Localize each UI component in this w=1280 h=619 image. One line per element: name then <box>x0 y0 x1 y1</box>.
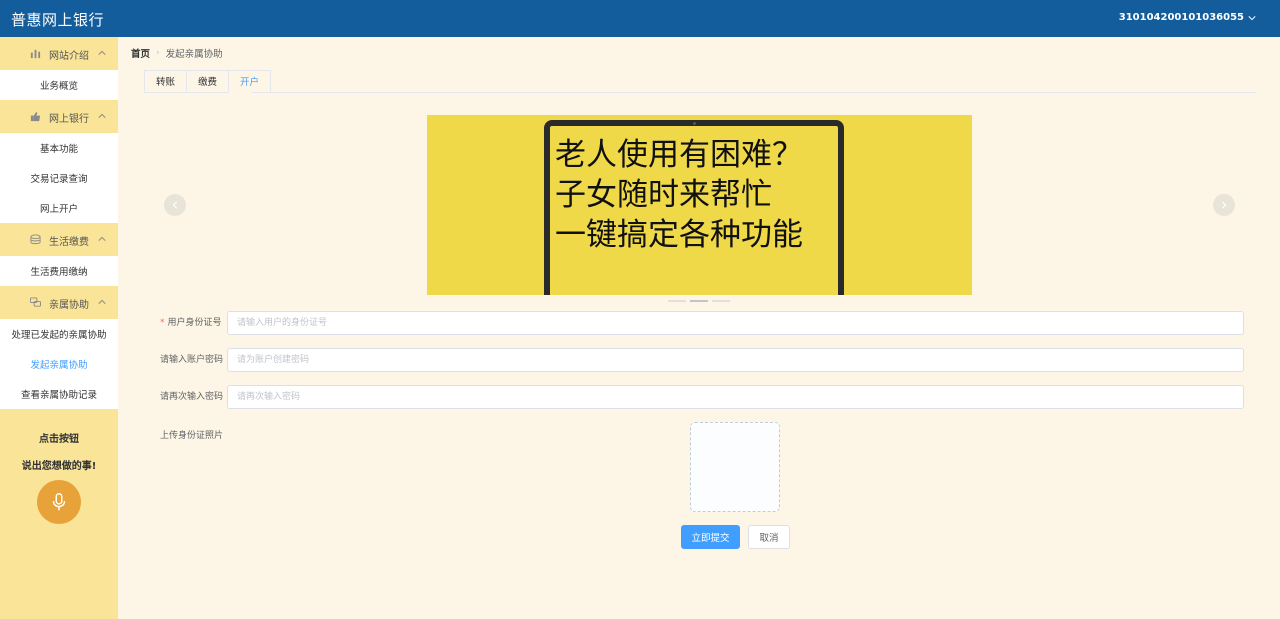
id-label: * 用户身份证号 <box>160 311 222 335</box>
chevron-down-icon <box>1248 15 1256 20</box>
sidebar-item-transaction-query[interactable]: 交易记录查询 <box>0 163 118 193</box>
coins-icon <box>30 234 41 245</box>
tab-transfer[interactable]: 转账 <box>144 70 187 93</box>
carousel-banner: 老人使用有困难？ 子女随时来帮忙 一键搞定各种功能 <box>427 115 972 295</box>
sidebar-item-start-assist[interactable]: 发起亲属协助 <box>0 349 118 379</box>
breadcrumb-home[interactable]: 首页 <box>131 46 150 60</box>
sidebar-item-living-expenses[interactable]: 生活费用缴纳 <box>0 256 118 286</box>
confirm-password-input[interactable] <box>227 385 1244 409</box>
top-header: 普惠网上银行 310104200101036055 <box>0 0 1280 37</box>
tab-bar: 转账 缴费 开户 <box>144 70 272 93</box>
id-photo-upload[interactable] <box>690 422 780 512</box>
required-mark: * <box>160 318 165 328</box>
breadcrumb-separator-icon: › <box>156 48 160 58</box>
tab-divider <box>252 92 1256 93</box>
cancel-button[interactable]: 取消 <box>748 525 790 549</box>
menu-group-online-banking[interactable]: 网上银行 <box>0 100 118 133</box>
voice-button[interactable] <box>37 480 81 524</box>
account-number: 310104200101036055 <box>1118 12 1244 23</box>
carousel-indicators <box>668 300 730 302</box>
tab-open-account[interactable]: 开户 <box>228 70 272 93</box>
thumbs-up-icon <box>30 111 41 122</box>
chevron-up-icon <box>98 299 106 304</box>
chevron-up-icon <box>98 113 106 118</box>
menu-group-label: 生活缴费 <box>49 237 89 248</box>
carousel-indicator[interactable] <box>712 300 730 302</box>
menu-group-family-assist[interactable]: 亲属协助 <box>0 286 118 319</box>
voice-hint-line1: 点击按钮 <box>39 434 79 445</box>
sidebar-item-overview[interactable]: 业务概览 <box>0 70 118 100</box>
menu-group-label: 网上银行 <box>49 114 89 125</box>
id-number-input[interactable] <box>227 311 1244 335</box>
account-dropdown[interactable]: 310104200101036055 <box>1119 12 1256 23</box>
menu-group-label: 亲属协助 <box>49 300 89 311</box>
menu-group-intro[interactable]: 网站介绍 <box>0 37 118 70</box>
form-row-confirm: 请再次输入密码 <box>160 385 1244 409</box>
password-label: 请输入账户密码 <box>160 355 224 365</box>
breadcrumb: 首页 › 发起亲属协助 <box>131 46 223 60</box>
sidebar-item-handle-assist[interactable]: 处理已发起的亲属协助 <box>0 319 118 349</box>
camera-dot <box>693 122 696 125</box>
form-row-id: * 用户身份证号 <box>160 311 1244 335</box>
voice-assistant-panel: 点击按钮 说出您想做的事! <box>0 417 118 524</box>
menu-group-label: 网站介绍 <box>49 51 89 62</box>
menu-group-life-payment[interactable]: 生活缴费 <box>0 223 118 256</box>
chart-icon <box>30 49 41 59</box>
confirm-password-label: 请再次输入密码 <box>160 392 224 402</box>
banner-text: 老人使用有困难？ 子女随时来帮忙 一键搞定各种功能 <box>555 135 803 255</box>
carousel-indicator-active[interactable] <box>690 300 708 302</box>
chevron-up-icon <box>98 236 106 241</box>
banner-line-1: 老人使用有困难？ <box>555 137 803 173</box>
id-label-text: 用户身份证号 <box>167 318 222 328</box>
carousel-next-button[interactable] <box>1213 194 1235 216</box>
chevron-right-icon <box>1222 201 1227 209</box>
carousel-prev-button[interactable] <box>164 194 186 216</box>
chevron-left-icon <box>172 201 177 209</box>
tab-payment[interactable]: 缴费 <box>186 70 229 93</box>
upload-label: 上传身份证照片 <box>160 431 224 441</box>
sidebar-item-basic-functions[interactable]: 基本功能 <box>0 133 118 163</box>
breadcrumb-current: 发起亲属协助 <box>165 49 223 60</box>
sidebar: 网站介绍 业务概览 网上银行 基本功能 交易记录查询 网上开户 生活缴费 生活费… <box>0 37 118 619</box>
sidebar-item-open-account[interactable]: 网上开户 <box>0 193 118 223</box>
carousel-indicator[interactable] <box>668 300 686 302</box>
app-title: 普惠网上银行 <box>11 11 105 29</box>
form-row-password: 请输入账户密码 <box>160 348 1244 372</box>
chevron-up-icon <box>98 50 106 55</box>
banner-line-2: 子女随时来帮忙 <box>555 177 772 213</box>
chat-icon <box>30 297 41 307</box>
voice-hint-line2: 说出您想做的事! <box>21 461 97 472</box>
password-input[interactable] <box>227 348 1244 372</box>
banner-line-3: 一键搞定各种功能 <box>555 217 803 253</box>
sidebar-item-assist-records[interactable]: 查看亲属协助记录 <box>0 379 118 409</box>
microphone-icon <box>52 493 66 511</box>
submit-button[interactable]: 立即提交 <box>681 525 740 549</box>
